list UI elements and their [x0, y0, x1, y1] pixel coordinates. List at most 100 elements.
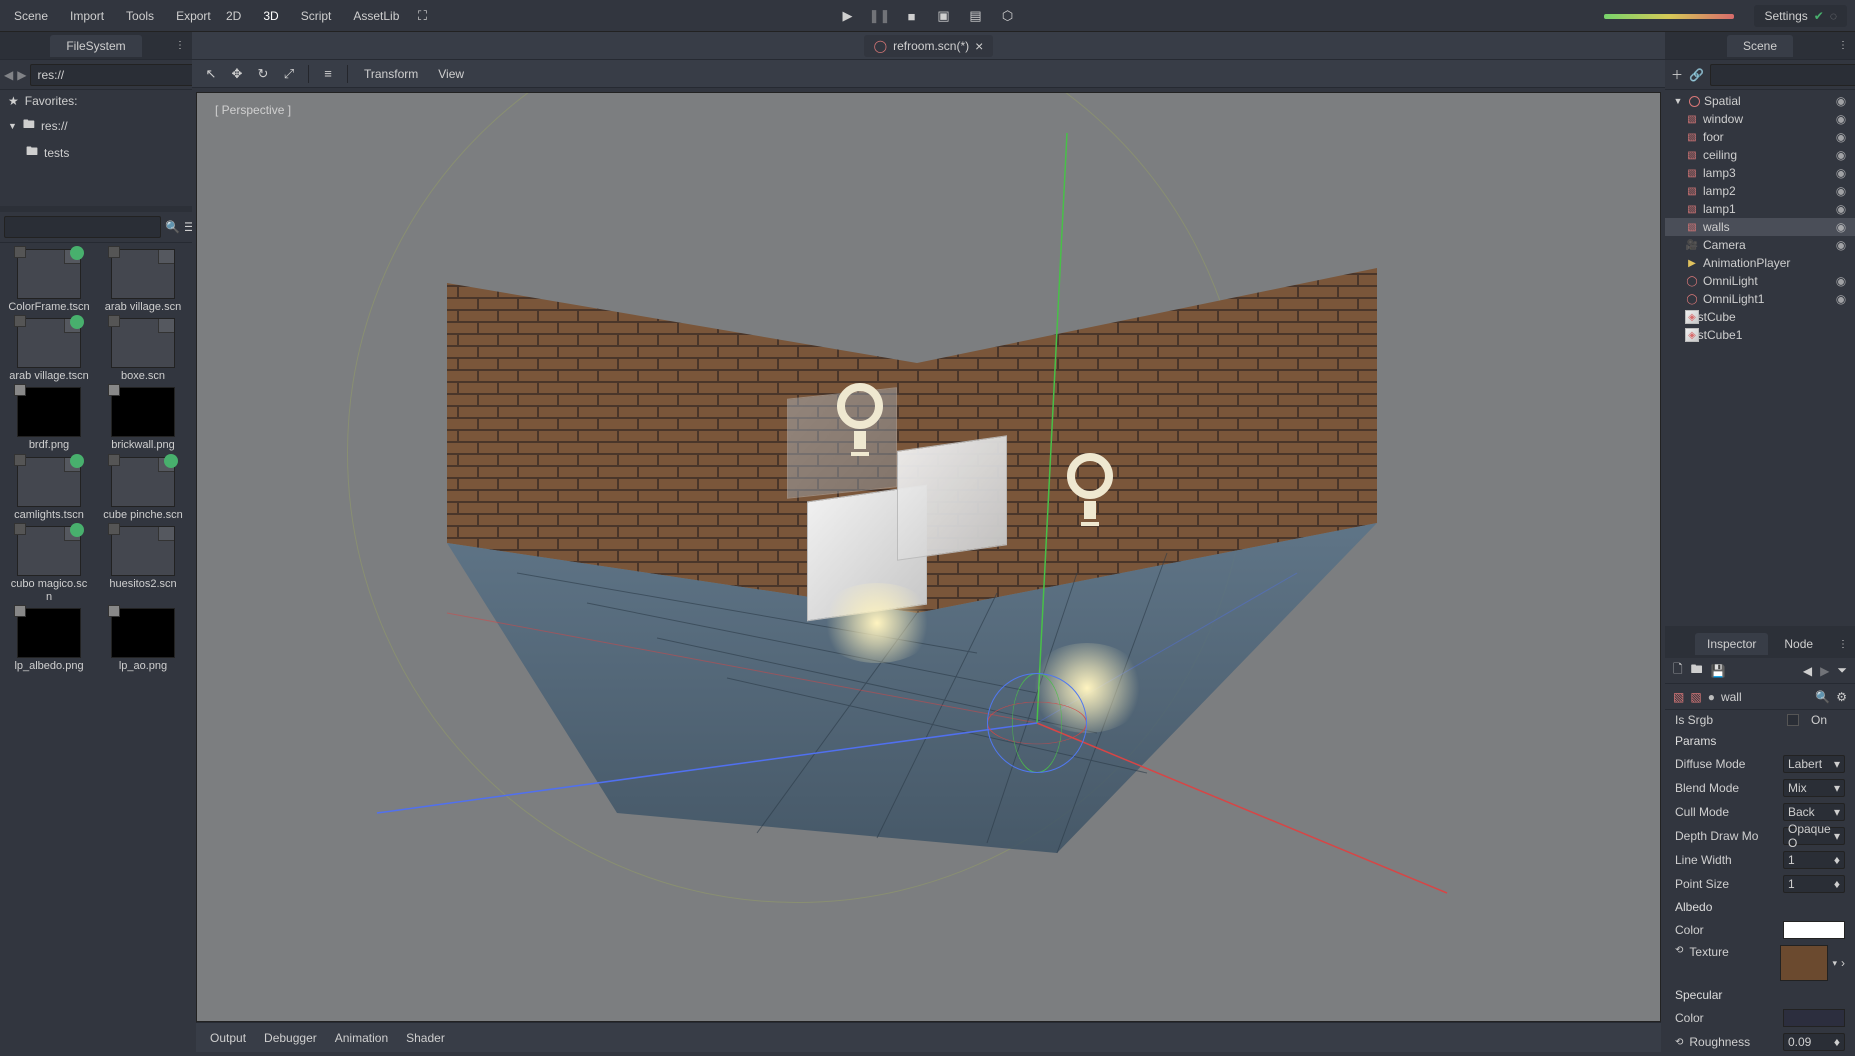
file-item[interactable]: camlights.tscn [4, 457, 94, 522]
tree-node-foor[interactable]: ▧foor◉ [1665, 128, 1855, 146]
animation-tab[interactable]: Animation [335, 1031, 388, 1045]
visibility-icon[interactable]: ◉ [1833, 130, 1849, 144]
texture-thumb[interactable] [1780, 945, 1828, 981]
file-item[interactable]: huesitos2.scn [98, 526, 188, 604]
mode-3d[interactable]: 3D [253, 3, 288, 29]
add-node-icon[interactable]: ＋ [1671, 66, 1683, 83]
scene-filter-input[interactable] [1710, 64, 1855, 86]
filesystem-tab[interactable]: FileSystem [50, 35, 141, 57]
checkbox[interactable] [1787, 714, 1799, 726]
file-item[interactable]: lp_ao.png [98, 608, 188, 673]
select-icon[interactable]: ↖ [200, 63, 222, 85]
file-item[interactable]: cube pinche.scn [98, 457, 188, 522]
search-icon[interactable]: 🔍 [165, 220, 180, 234]
file-item[interactable]: arab village.scn [98, 249, 188, 314]
spinbox[interactable]: 1♦ [1783, 851, 1845, 869]
tree-node-omnilight[interactable]: ◯OmniLight◉ [1665, 272, 1855, 290]
visibility-icon[interactable]: ◉ [1833, 202, 1849, 216]
tree-node-testcube1[interactable]: ◈TestCube1 [1665, 326, 1855, 344]
play-icon[interactable]: ▶ [837, 5, 859, 27]
visibility-icon[interactable]: ◉ [1833, 274, 1849, 288]
gear-icon[interactable]: ⚙ [1836, 690, 1847, 704]
tree-node-camera[interactable]: 🎥Camera◉ [1665, 236, 1855, 254]
revert-icon[interactable]: ⟲ [1675, 1037, 1683, 1048]
file-item[interactable]: ColorFrame.tscn [4, 249, 94, 314]
tree-node-lamp3[interactable]: ▧lamp3◉ [1665, 164, 1855, 182]
revert-icon[interactable]: ⟲ [1675, 945, 1683, 956]
file-item[interactable]: arab village.tscn [4, 318, 94, 383]
spinbox[interactable]: 1♦ [1783, 875, 1845, 893]
dropdown[interactable]: Labert▾ [1783, 755, 1845, 773]
visibility-icon[interactable]: ◉ [1833, 220, 1849, 234]
history-back-icon[interactable]: ◀ [1803, 664, 1812, 678]
spinbox[interactable]: 0.09♦ [1783, 1033, 1845, 1051]
tests-folder[interactable]: 🖿tests [0, 139, 192, 166]
file-item[interactable]: boxe.scn [98, 318, 188, 383]
load-resource-icon[interactable]: 🖿 [1691, 660, 1703, 681]
shader-tab[interactable]: Shader [406, 1031, 445, 1045]
history-fwd-icon[interactable]: ▶ [1820, 664, 1829, 678]
tree-node-walls[interactable]: ▧walls◉ [1665, 218, 1855, 236]
scene-dock-tab[interactable]: Scene [1727, 35, 1793, 57]
new-resource-icon[interactable]: 🗋 [1673, 660, 1683, 681]
play-scene-icon[interactable]: ▣ [933, 5, 955, 27]
stop-icon[interactable]: ■ [901, 5, 923, 27]
tree-node-ceiling[interactable]: ▧ceiling◉ [1665, 146, 1855, 164]
back-icon[interactable]: ◀ [4, 66, 13, 84]
scene-tab[interactable]: ◯ refroom.scn(*) × [864, 35, 994, 57]
dock-options-icon[interactable]: ⋮ [175, 40, 184, 51]
mode-assetlib[interactable]: AssetLib [343, 3, 409, 29]
pause-icon[interactable]: ❚❚ [869, 5, 891, 27]
path-input[interactable] [30, 64, 199, 86]
tree-node-animationplayer[interactable]: ▶AnimationPlayer [1665, 254, 1855, 272]
file-item[interactable]: brdf.png [4, 387, 94, 452]
rotate-icon[interactable]: ↻ [252, 63, 274, 85]
visibility-icon[interactable]: ◉ [1833, 238, 1849, 252]
file-item[interactable]: lp_albedo.png [4, 608, 94, 673]
dock-options-icon[interactable]: ⋮ [1838, 639, 1847, 650]
tree-node-testcube[interactable]: ◈TestCube [1665, 308, 1855, 326]
visibility-icon[interactable]: ◉ [1833, 148, 1849, 162]
list-select-icon[interactable]: ≡ [317, 63, 339, 85]
viewport-3d[interactable]: [ Perspective ] [196, 92, 1661, 1022]
dropdown[interactable]: Mix▾ [1783, 779, 1845, 797]
output-tab[interactable]: Output [210, 1031, 246, 1045]
history-menu-icon[interactable]: ⏷ [1837, 663, 1847, 678]
file-search-input[interactable] [4, 216, 161, 238]
menu-import[interactable]: Import [60, 3, 114, 29]
tree-node-lamp2[interactable]: ▧lamp2◉ [1665, 182, 1855, 200]
search-icon[interactable]: 🔍 [1815, 690, 1830, 704]
file-item[interactable]: brickwall.png [98, 387, 188, 452]
expand-icon[interactable]: › [1841, 956, 1845, 970]
visibility-icon[interactable]: ◉ [1833, 94, 1849, 108]
distraction-free-icon[interactable]: ⛶ [411, 5, 433, 27]
visibility-icon[interactable]: ◉ [1833, 292, 1849, 306]
transform-menu[interactable]: Transform [356, 67, 426, 81]
inspector-tab[interactable]: Inspector [1695, 633, 1768, 655]
forward-icon[interactable]: ▶ [17, 66, 26, 84]
menu-tools[interactable]: Tools [116, 3, 164, 29]
color-picker[interactable] [1783, 1009, 1845, 1027]
res-folder[interactable]: ▼🖿res:// [0, 112, 192, 139]
remote-debug-icon[interactable]: ⬡ [997, 5, 1019, 27]
file-item[interactable]: cubo magico.scn [4, 526, 94, 604]
tree-node-spatial[interactable]: ▼Spatial◉ [1665, 92, 1855, 110]
tree-node-lamp1[interactable]: ▧lamp1◉ [1665, 200, 1855, 218]
color-picker[interactable] [1783, 921, 1845, 939]
visibility-icon[interactable]: ◉ [1833, 166, 1849, 180]
dock-options-icon[interactable]: ⋮ [1838, 40, 1847, 51]
scale-icon[interactable]: ⤢ [278, 63, 300, 85]
dropdown[interactable]: Opaque O▾ [1783, 827, 1845, 845]
dropdown[interactable]: Back▾ [1783, 803, 1845, 821]
settings-button[interactable]: Settings ✔ ◌ [1754, 5, 1847, 27]
menu-scene[interactable]: Scene [4, 3, 58, 29]
mode-script[interactable]: Script [291, 3, 342, 29]
mode-2d[interactable]: 2D [216, 3, 251, 29]
play-custom-icon[interactable]: ▤ [965, 5, 987, 27]
visibility-icon[interactable]: ◉ [1833, 184, 1849, 198]
view-menu[interactable]: View [430, 67, 472, 81]
move-icon[interactable]: ✥ [226, 63, 248, 85]
tree-node-window[interactable]: ▧window◉ [1665, 110, 1855, 128]
tree-node-omnilight1[interactable]: ◯OmniLight1◉ [1665, 290, 1855, 308]
link-icon[interactable]: 🔗 [1689, 68, 1704, 82]
